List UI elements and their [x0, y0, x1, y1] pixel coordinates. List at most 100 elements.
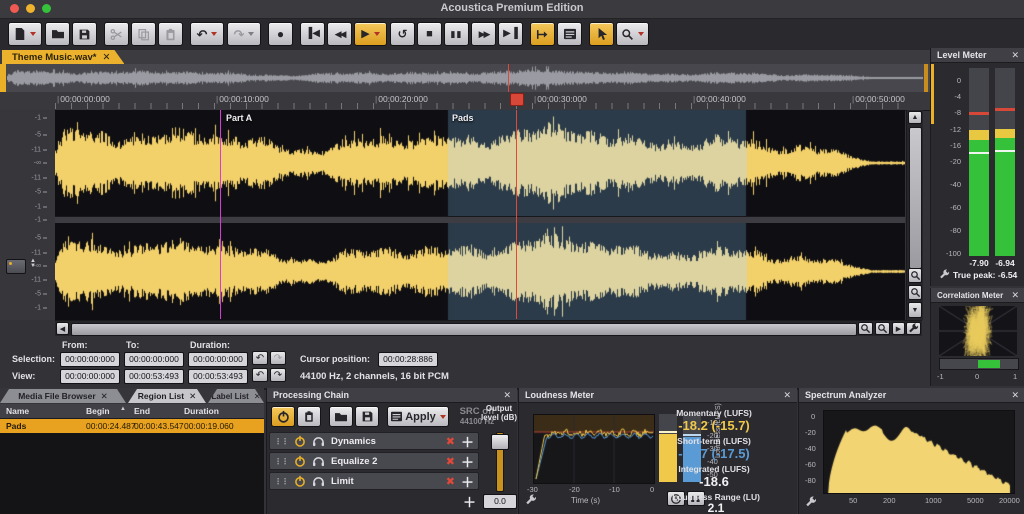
region-row-pads[interactable]: Pads 00:00:24.487 00:00:43.547 00:00:19.…	[0, 419, 264, 433]
output-level-value[interactable]: 0.0	[483, 494, 517, 509]
vertical-scrollbar[interactable]: ▲ ▼	[906, 110, 923, 320]
play-dropdown-icon[interactable]	[374, 32, 380, 36]
overview-waveform[interactable]	[7, 65, 923, 91]
go-to-start-button[interactable]: ▐◀	[300, 22, 325, 46]
column-name[interactable]: Name	[6, 406, 29, 416]
drag-handle-icon[interactable]: ⋮⋮	[274, 457, 288, 466]
waveform-channel-2[interactable]	[55, 223, 905, 320]
effect-row-equalize[interactable]: ⋮⋮ Equalize 2 ✖ ＋	[269, 452, 479, 470]
effect-add-icon[interactable]: ＋	[461, 432, 474, 451]
waveform-channel-1[interactable]	[55, 110, 905, 216]
zoom-out-horizontal-button[interactable]	[875, 322, 890, 335]
marker-part-a-line[interactable]	[220, 110, 221, 319]
effect-add-icon[interactable]: ＋	[461, 452, 474, 471]
chain-open-button[interactable]	[329, 406, 353, 427]
overview-strip[interactable]	[0, 64, 1024, 93]
effect-monitor-icon[interactable]	[312, 476, 325, 487]
effect-power-icon[interactable]	[294, 475, 306, 487]
chain-save-button[interactable]	[355, 406, 379, 427]
zoom-in-horizontal-button[interactable]	[858, 322, 873, 335]
scroll-up-button[interactable]: ▲	[908, 111, 922, 124]
selection-to-field[interactable]: 00:00:00:000	[124, 352, 184, 367]
tab-media-file-browser[interactable]: Media File Browser✕	[0, 389, 126, 403]
apply-dropdown-icon[interactable]	[440, 415, 446, 419]
channel-1-options-button[interactable]	[6, 259, 26, 274]
loudness-meter-close-icon[interactable]: ✕	[783, 390, 791, 401]
zoom-dropdown-icon[interactable]	[638, 32, 644, 36]
rewind-button[interactable]: ◀◀	[327, 22, 352, 46]
effect-power-icon[interactable]	[294, 455, 306, 467]
undo-button[interactable]: ↶	[190, 22, 224, 46]
effect-monitor-icon[interactable]	[312, 436, 325, 447]
undo-dropdown-icon[interactable]	[211, 32, 217, 36]
effect-delete-icon[interactable]: ✖	[446, 455, 455, 468]
column-end[interactable]: End	[134, 406, 150, 416]
effect-row-limit[interactable]: ⋮⋮ Limit ✖ ＋	[269, 472, 479, 490]
view-redo-button[interactable]: ↷	[270, 368, 286, 382]
horizontal-scrollbar[interactable]: ◀ ▶	[55, 320, 922, 337]
document-tab-close-icon[interactable]: ✕	[102, 52, 110, 63]
wave-settings-wrench-icon[interactable]	[906, 322, 921, 335]
append-effect-icon[interactable]: ＋	[463, 492, 476, 511]
selection-duration-field[interactable]: 00:00:00:000	[188, 352, 248, 367]
effect-power-icon[interactable]	[294, 435, 306, 447]
tab-label-list[interactable]: Label List✕	[208, 389, 264, 403]
play-button[interactable]: ▶	[354, 22, 387, 46]
horizontal-scroll-thumb[interactable]	[71, 323, 857, 336]
document-tab[interactable]: Theme Music.wav* ✕	[2, 50, 124, 64]
loudness-settings-wrench-icon[interactable]	[525, 494, 537, 506]
spectrum-settings-wrench-icon[interactable]	[805, 496, 817, 508]
view-to-field[interactable]: 00:00:53:493	[124, 369, 184, 384]
redo-dropdown-icon[interactable]	[248, 32, 254, 36]
selection-from-field[interactable]: 00:00:00:000	[60, 352, 120, 367]
trim-tool-button[interactable]	[530, 22, 555, 46]
effect-name[interactable]: Equalize 2	[331, 456, 377, 467]
tab-region-list[interactable]: Region List✕	[128, 389, 206, 403]
zoom-in-vertical-button[interactable]	[908, 268, 922, 283]
paste-button[interactable]	[158, 22, 183, 46]
processing-chain-close-icon[interactable]: ✕	[503, 390, 511, 401]
cut-button[interactable]	[104, 22, 129, 46]
level-meter-close-icon[interactable]: ✕	[1011, 50, 1019, 61]
new-file-dropdown-icon[interactable]	[30, 32, 36, 36]
go-to-end-button[interactable]: ▶▐	[498, 22, 523, 46]
zoom-out-vertical-button[interactable]	[908, 285, 922, 300]
record-button[interactable]: ●	[268, 22, 293, 46]
view-undo-button[interactable]: ↶	[252, 368, 268, 382]
tab-close-icon[interactable]: ✕	[254, 392, 261, 401]
tab-close-icon[interactable]: ✕	[189, 391, 196, 402]
selection-tool-button[interactable]	[589, 22, 614, 46]
redo-button[interactable]: ↷	[227, 22, 261, 46]
pause-button[interactable]: ▮▮	[444, 22, 469, 46]
column-begin[interactable]: Begin	[86, 406, 110, 416]
zoom-tool-button[interactable]	[616, 22, 649, 46]
scroll-left-button[interactable]: ◀	[56, 322, 69, 335]
drag-handle-icon[interactable]: ⋮⋮	[274, 437, 288, 446]
stop-button[interactable]: ■	[417, 22, 442, 46]
level-meter-settings-wrench-icon[interactable]	[939, 269, 950, 280]
tab-close-icon[interactable]: ✕	[101, 391, 108, 402]
selection-undo-button[interactable]: ↶	[252, 351, 268, 365]
loop-button[interactable]: ↺	[390, 22, 415, 46]
effect-delete-icon[interactable]: ✖	[446, 435, 455, 448]
playlist-button[interactable]	[557, 22, 582, 46]
effect-name[interactable]: Dynamics	[331, 436, 376, 447]
vertical-scroll-thumb[interactable]	[909, 127, 922, 269]
save-button[interactable]	[72, 22, 97, 46]
chain-power-button[interactable]	[271, 406, 295, 427]
output-fader-handle[interactable]	[491, 434, 509, 450]
effect-add-icon[interactable]: ＋	[461, 472, 474, 491]
view-duration-field[interactable]: 00:00:53:493	[188, 369, 248, 384]
view-from-field[interactable]: 00:00:00:000	[60, 369, 120, 384]
open-button[interactable]	[45, 22, 70, 46]
effect-row-dynamics[interactable]: ⋮⋮ Dynamics ✖ ＋	[269, 432, 479, 450]
effect-monitor-icon[interactable]	[312, 456, 325, 467]
spectrum-analyzer-close-icon[interactable]: ✕	[1011, 390, 1019, 401]
drag-handle-icon[interactable]: ⋮⋮	[274, 477, 288, 486]
effect-name[interactable]: Limit	[331, 476, 354, 487]
apply-button[interactable]: Apply	[387, 406, 449, 427]
copy-button[interactable]	[131, 22, 156, 46]
effect-delete-icon[interactable]: ✖	[446, 475, 455, 488]
correlation-meter-close-icon[interactable]: ✕	[1011, 290, 1019, 301]
fast-forward-button[interactable]: ▶▶	[471, 22, 496, 46]
